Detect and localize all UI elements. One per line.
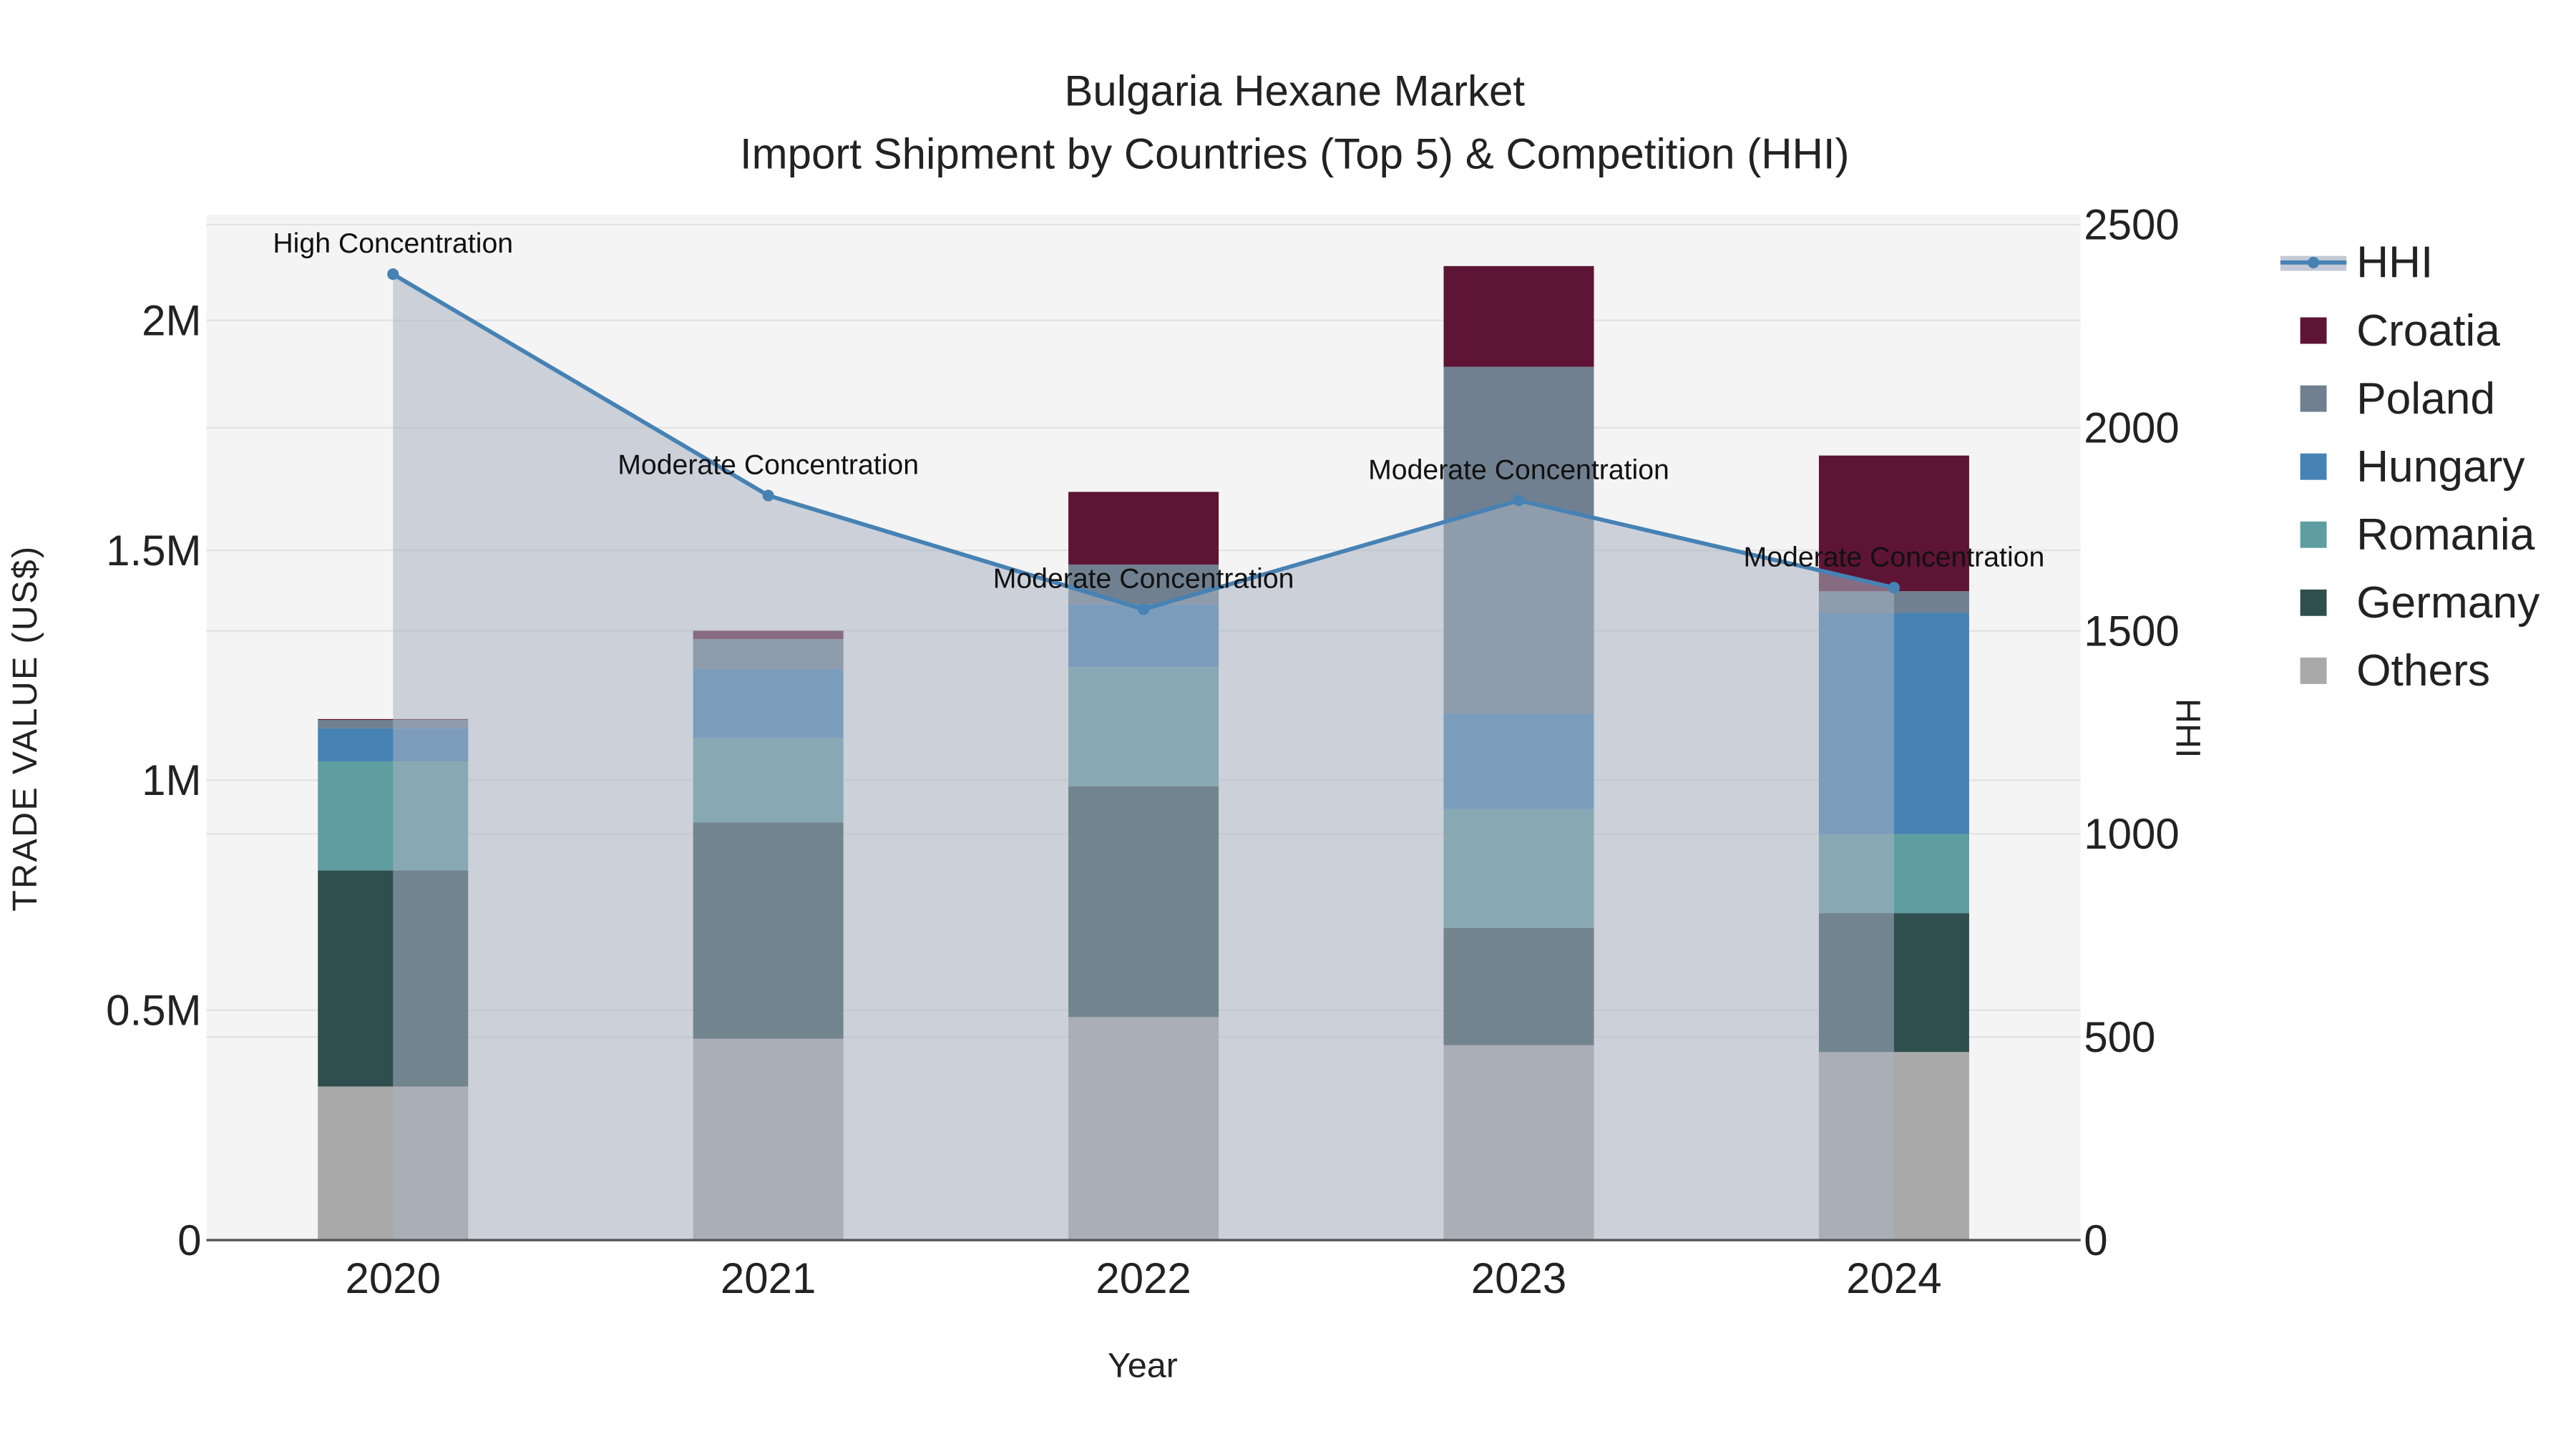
bar-croatia (1443, 265, 1594, 367)
y2-tick-label: 2500 (2084, 201, 2179, 249)
legend-label: Poland (2356, 374, 2495, 424)
y-tick-label: 2M (142, 296, 201, 344)
hhi-annotation: Moderate Concentration (618, 449, 919, 480)
legend-swatch-hungary (2300, 453, 2327, 480)
x-tick-label: 2023 (1471, 1254, 1566, 1302)
y2-tick-label: 1000 (2084, 810, 2179, 858)
y2-tick-label: 2000 (2084, 404, 2179, 452)
legend-label: Hungary (2356, 442, 2525, 492)
legend-swatch-romania (2300, 521, 2327, 548)
legend-swatch-others (2300, 657, 2327, 684)
hhi-point (1513, 494, 1525, 507)
y2-tick-label: 1500 (2084, 607, 2179, 655)
legend-swatch-poland (2300, 385, 2327, 412)
legend-label: Croatia (2356, 306, 2500, 356)
legend-label: Germany (2356, 578, 2540, 628)
x-tick-label: 2022 (1096, 1254, 1191, 1302)
legend-swatch-germany (2300, 589, 2327, 616)
chart-title: Bulgaria Hexane Market (1064, 67, 1525, 115)
legend-swatch-croatia (2300, 317, 2327, 344)
y2-axis-title: HHI (2169, 698, 2207, 758)
legend-label: Romania (2356, 510, 2535, 560)
chart-subtitle: Import Shipment by Countries (Top 5) & C… (740, 130, 1850, 177)
hhi-point (387, 268, 399, 280)
hhi-point (1888, 582, 1900, 594)
hhi-annotation: Moderate Concentration (993, 562, 1294, 594)
x-axis-title: Year (1108, 1347, 1178, 1385)
legend-label: Others (2356, 646, 2490, 696)
x-tick-label: 2024 (1846, 1254, 1941, 1302)
hhi-annotation: Moderate Concentration (1744, 541, 2045, 572)
hhi-annotation: High Concentration (273, 228, 513, 259)
y-axis-title: TRADE VALUE (US$) (6, 545, 44, 912)
hhi-point (762, 489, 774, 502)
y2-tick-label: 500 (2084, 1013, 2155, 1061)
x-tick-label: 2021 (721, 1254, 816, 1302)
hhi-annotation: Moderate Concentration (1368, 454, 1669, 485)
chart: Bulgaria Hexane Market Import Shipment b… (6, 67, 2540, 1385)
legend-hhi-marker (2308, 256, 2320, 268)
y-tick-label: 0.5M (106, 987, 201, 1035)
x-tick-label: 2020 (345, 1254, 440, 1302)
y2-tick-label: 0 (2084, 1216, 2107, 1264)
bar-croatia (1068, 492, 1219, 565)
hhi-point (1138, 603, 1150, 615)
legend: HHI Croatia Poland Hungary Romania Germany Oth… (2280, 238, 2540, 696)
y-tick-label: 1M (142, 756, 201, 804)
y-tick-label: 1.5M (106, 527, 201, 575)
legend-label: HHI (2356, 238, 2433, 288)
y-tick-label: 0 (177, 1216, 201, 1264)
